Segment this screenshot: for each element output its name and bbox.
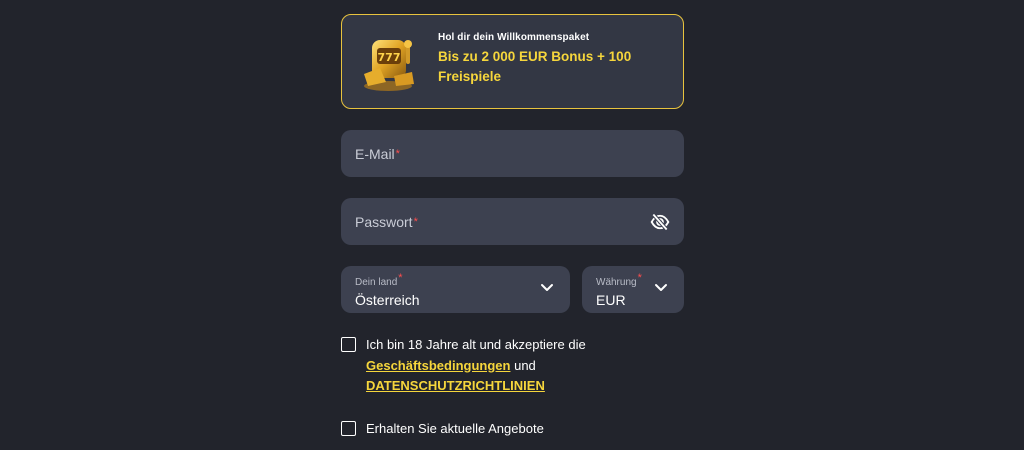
- required-mark: *: [413, 215, 418, 228]
- offers-checkbox[interactable]: [341, 420, 356, 436]
- terms-link[interactable]: Geschäftsbedingungen: [366, 358, 510, 373]
- offers-consent-row: Erhalten Sie aktuelle Angebote: [341, 419, 684, 440]
- email-field[interactable]: E-Mail *: [341, 130, 684, 177]
- currency-value: EUR: [596, 291, 626, 308]
- svg-text:777: 777: [378, 51, 401, 64]
- country-select[interactable]: Dein land* Österreich: [341, 266, 570, 313]
- welcome-bonus-banner: 777 Hol dir dein Willkommenspaket Bis zu…: [341, 14, 684, 109]
- chevron-down-icon: [541, 284, 553, 291]
- privacy-policy-link[interactable]: DATENSCHUTZRICHTLINIEN: [366, 378, 545, 393]
- golden-slot-machine-icon: 777: [364, 39, 414, 91]
- country-currency-row: Dein land* Österreich Währung* EUR: [341, 266, 684, 313]
- chevron-down-icon: [655, 284, 667, 291]
- promo-title: Bis zu 2 000 EUR Bonus + 100 Freispiele: [438, 49, 632, 84]
- terms-consent-row: Ich bin 18 Jahre alt und akzeptiere die …: [341, 335, 684, 397]
- promo-text: Hol dir dein Willkommenspaket Bis zu 2 0…: [438, 32, 638, 87]
- eye-slash-icon[interactable]: [650, 212, 670, 232]
- country-label: Dein land*: [355, 271, 403, 288]
- offers-text: Erhalten Sie aktuelle Angebote: [366, 420, 544, 436]
- terms-checkbox[interactable]: [341, 337, 356, 352]
- country-value: Österreich: [355, 291, 420, 308]
- currency-select[interactable]: Währung* EUR: [582, 266, 684, 313]
- terms-text: Ich bin 18 Jahre alt und akzeptiere die …: [366, 337, 586, 393]
- promo-subtitle: Hol dir dein Willkommenspaket: [438, 32, 590, 43]
- required-mark: *: [395, 147, 400, 160]
- currency-label: Währung*: [596, 271, 642, 288]
- registration-form: 777 Hol dir dein Willkommenspaket Bis zu…: [341, 14, 684, 439]
- password-placeholder: Passwort: [355, 213, 413, 230]
- email-placeholder: E-Mail: [355, 145, 395, 162]
- password-field[interactable]: Passwort *: [341, 198, 684, 245]
